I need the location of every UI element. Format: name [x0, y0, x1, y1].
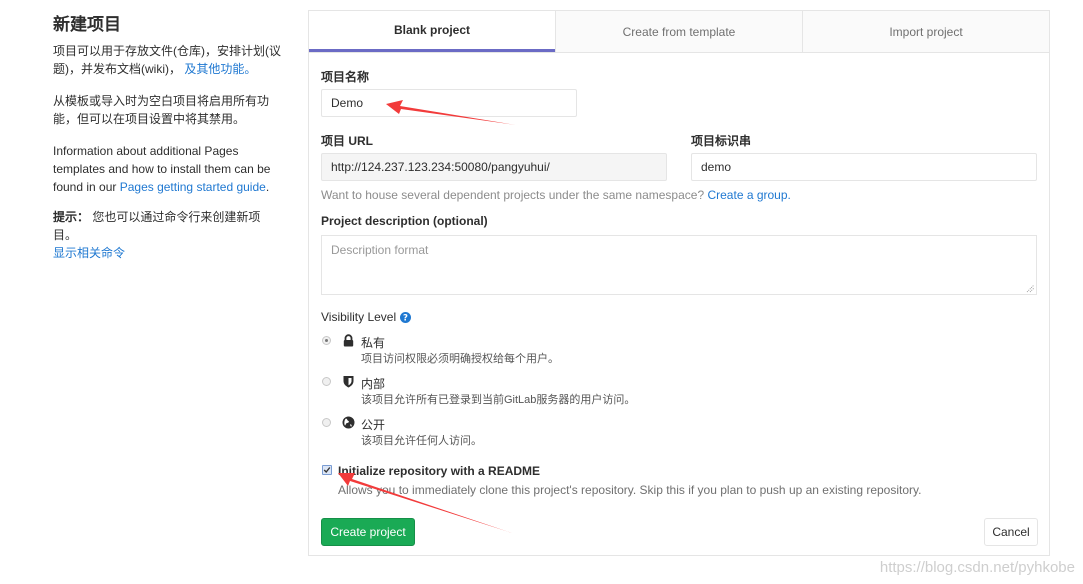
- page-title: 新建项目: [53, 15, 121, 34]
- create-group-link[interactable]: Create a group.: [707, 188, 790, 202]
- cli-tip: 提示： 您也可以通过命令行来创建新项目。 显示相关命令: [53, 210, 261, 260]
- help-icon[interactable]: ?: [400, 311, 412, 323]
- visibility-label: Visibility Level ?: [321, 310, 412, 324]
- visibility-internal-title: 内部: [361, 377, 386, 391]
- intro-paragraph: 项目可以用于存放文件(仓库)，安排计划(议题)，并发布文档(wiki)， 及其他…: [53, 44, 281, 76]
- namespace-hint: Want to house several dependent projects…: [321, 188, 791, 202]
- show-commands-link[interactable]: 显示相关命令: [53, 246, 125, 260]
- watermark: https://blog.csdn.net/pyhkobe: [879, 559, 1075, 576]
- project-url-input[interactable]: http://124.237.123.234:50080/pangyuhui/: [321, 153, 667, 181]
- tab-create-from-template[interactable]: Create from template: [555, 11, 802, 52]
- more-features-link[interactable]: 及其他功能。: [184, 62, 256, 76]
- project-slug-label: 项目标识串: [691, 134, 752, 148]
- init-readme-checkbox[interactable]: [322, 465, 332, 475]
- visibility-internal-radio[interactable]: [322, 377, 331, 386]
- template-note: 从模板或导入时为空白项目将启用所有功能，但可以在项目设置中将其禁用。: [53, 94, 270, 126]
- visibility-public-radio[interactable]: [322, 418, 331, 427]
- visibility-private-title: 私有: [361, 336, 386, 350]
- project-slug-input[interactable]: demo: [691, 153, 1037, 181]
- visibility-private-desc: 项目访问权限必须明确授权给每个用户。: [361, 353, 559, 365]
- globe-icon: [342, 416, 355, 429]
- visibility-internal-desc: 该项目允许所有已登录到当前GitLab服务器的用户访问。: [361, 394, 636, 406]
- cancel-button[interactable]: Cancel: [984, 518, 1038, 546]
- description-label: Project description (optional): [321, 214, 488, 228]
- checkmark-icon: [323, 467, 331, 474]
- tab-import-project[interactable]: Import project: [802, 11, 1049, 52]
- project-tabs: Blank project Create from template Impor…: [309, 11, 1049, 53]
- description-textarea[interactable]: Description format: [321, 235, 1037, 295]
- pages-info: Information about additional Pages templ…: [53, 144, 271, 194]
- tab-blank-project[interactable]: Blank project: [309, 11, 555, 52]
- pages-guide-link[interactable]: Pages getting started guide: [120, 180, 266, 194]
- new-project-panel: Blank project Create from template Impor…: [308, 10, 1050, 556]
- init-readme-label[interactable]: Initialize repository with a README: [338, 464, 540, 478]
- resize-handle-icon[interactable]: [1026, 284, 1035, 293]
- project-name-input[interactable]: Demo: [321, 89, 577, 117]
- shield-icon: [343, 376, 354, 388]
- project-url-label: 项目 URL: [321, 134, 373, 148]
- create-project-button[interactable]: Create project: [321, 518, 415, 546]
- visibility-public-desc: 该项目允许任何人访问。: [361, 435, 482, 447]
- visibility-public-title: 公开: [361, 418, 386, 432]
- visibility-private-radio[interactable]: [322, 336, 331, 345]
- init-readme-desc: Allows you to immediately clone this pro…: [338, 483, 922, 497]
- lock-icon: [343, 334, 354, 347]
- project-name-label: 项目名称: [321, 70, 370, 84]
- sidebar-info: 新建项目 项目可以用于存放文件(仓库)，安排计划(议题)，并发布文档(wiki)…: [53, 10, 283, 276]
- svg-text:?: ?: [403, 313, 408, 322]
